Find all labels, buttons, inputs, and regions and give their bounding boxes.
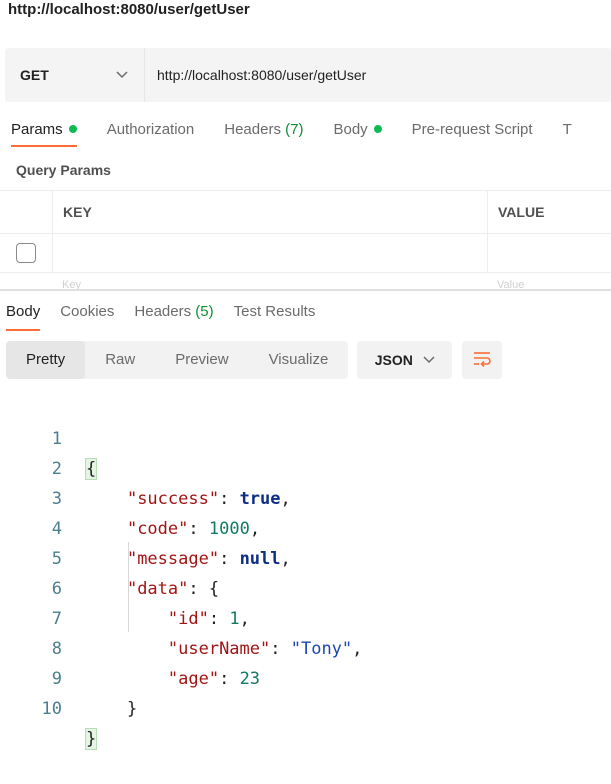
code-line: 9 } bbox=[0, 634, 611, 719]
tab-response-headers[interactable]: Headers (5) bbox=[134, 299, 213, 333]
key-column-header: KEY bbox=[53, 191, 488, 233]
format-label: JSON bbox=[374, 352, 413, 368]
header-spacer bbox=[0, 191, 53, 233]
status-dot bbox=[68, 125, 77, 134]
view-visualize[interactable]: Visualize bbox=[249, 341, 349, 379]
method-label: GET bbox=[20, 67, 49, 83]
code-line: 4 "message": null, bbox=[0, 484, 611, 569]
tab-test-results[interactable]: Test Results bbox=[234, 299, 316, 333]
query-params-table: KEY VALUE Key Value bbox=[0, 190, 611, 291]
tab-label: Params bbox=[11, 121, 63, 138]
tab-response-body[interactable]: Body bbox=[6, 299, 41, 333]
headers-count: (7) bbox=[285, 121, 304, 138]
tab-label: Test Results bbox=[233, 303, 316, 320]
chevron-down-icon bbox=[423, 353, 435, 367]
tab-label: Headers bbox=[134, 303, 192, 320]
request-tabs: Params Authorization Headers (7) Body Pr… bbox=[0, 116, 611, 152]
tab-pre-request-script[interactable]: Pre-request Script bbox=[412, 116, 533, 150]
code-line: 6 "id": 1, bbox=[0, 544, 611, 629]
tab-authorization[interactable]: Authorization bbox=[107, 116, 195, 150]
code-line: 3 "code": 1000, bbox=[0, 454, 611, 539]
row-checkbox[interactable] bbox=[16, 243, 36, 263]
tab-label: Body bbox=[6, 303, 41, 320]
tab-label: Cookies bbox=[60, 303, 115, 320]
method-select[interactable]: GET bbox=[5, 48, 145, 102]
tab-label: Headers bbox=[224, 121, 281, 138]
wrap-lines-button[interactable] bbox=[462, 341, 503, 379]
code-line: 5 "data": { bbox=[0, 514, 611, 599]
value-column-header: VALUE bbox=[498, 204, 545, 220]
request-bar: GET http://localhost:8080/user/getUser bbox=[5, 48, 611, 102]
tab-params[interactable]: Params bbox=[11, 116, 77, 150]
wrap-lines-icon bbox=[472, 349, 492, 372]
view-pretty[interactable]: Pretty bbox=[6, 341, 86, 379]
code-line: 7 "userName": "Tony", bbox=[0, 574, 611, 659]
view-raw[interactable]: Raw bbox=[85, 341, 155, 379]
page-title: http://localhost:8080/user/getUser bbox=[8, 1, 250, 18]
line-number: 10 bbox=[41, 699, 62, 719]
view-mode-selector: Pretty Raw Preview Visualize bbox=[6, 341, 349, 379]
code-line: 10 } bbox=[0, 664, 611, 750]
key-cell[interactable] bbox=[53, 234, 488, 272]
query-params-title: Query Params bbox=[16, 162, 111, 178]
response-body-viewer[interactable]: 1 { 2 "success": true, 3 "code": 1000, 4… bbox=[0, 394, 611, 750]
headers-count: (5) bbox=[195, 303, 214, 320]
pane-divider[interactable] bbox=[0, 289, 611, 291]
tab-label: Pre-request Script bbox=[411, 121, 533, 138]
tab-label: Authorization bbox=[106, 121, 195, 138]
code-line: 1 { bbox=[0, 394, 611, 480]
response-tabs: Body Cookies Headers (5) Test Results bbox=[6, 299, 335, 333]
code-line: 2 "success": true, bbox=[0, 424, 611, 509]
url-input[interactable]: http://localhost:8080/user/getUser bbox=[145, 67, 366, 83]
response-view-bar: Pretty Raw Preview Visualize JSON bbox=[6, 341, 503, 379]
row-checkbox-cell bbox=[0, 234, 53, 272]
tab-cookies[interactable]: Cookies bbox=[60, 299, 114, 333]
table-header: KEY VALUE bbox=[0, 190, 611, 233]
format-select[interactable]: JSON bbox=[357, 341, 453, 379]
status-dot bbox=[373, 125, 382, 134]
tab-tests[interactable]: T bbox=[563, 116, 572, 150]
view-preview[interactable]: Preview bbox=[155, 341, 248, 379]
code-line: 8 "age": 23 bbox=[0, 604, 611, 689]
brace: } bbox=[84, 728, 98, 750]
table-row bbox=[0, 233, 611, 272]
chevron-down-icon bbox=[116, 68, 130, 82]
tab-headers[interactable]: Headers (7) bbox=[224, 116, 303, 150]
tab-body[interactable]: Body bbox=[333, 116, 382, 150]
tab-label: Body bbox=[333, 121, 368, 138]
tab-label: T bbox=[562, 121, 572, 138]
value-cell[interactable] bbox=[488, 234, 611, 272]
